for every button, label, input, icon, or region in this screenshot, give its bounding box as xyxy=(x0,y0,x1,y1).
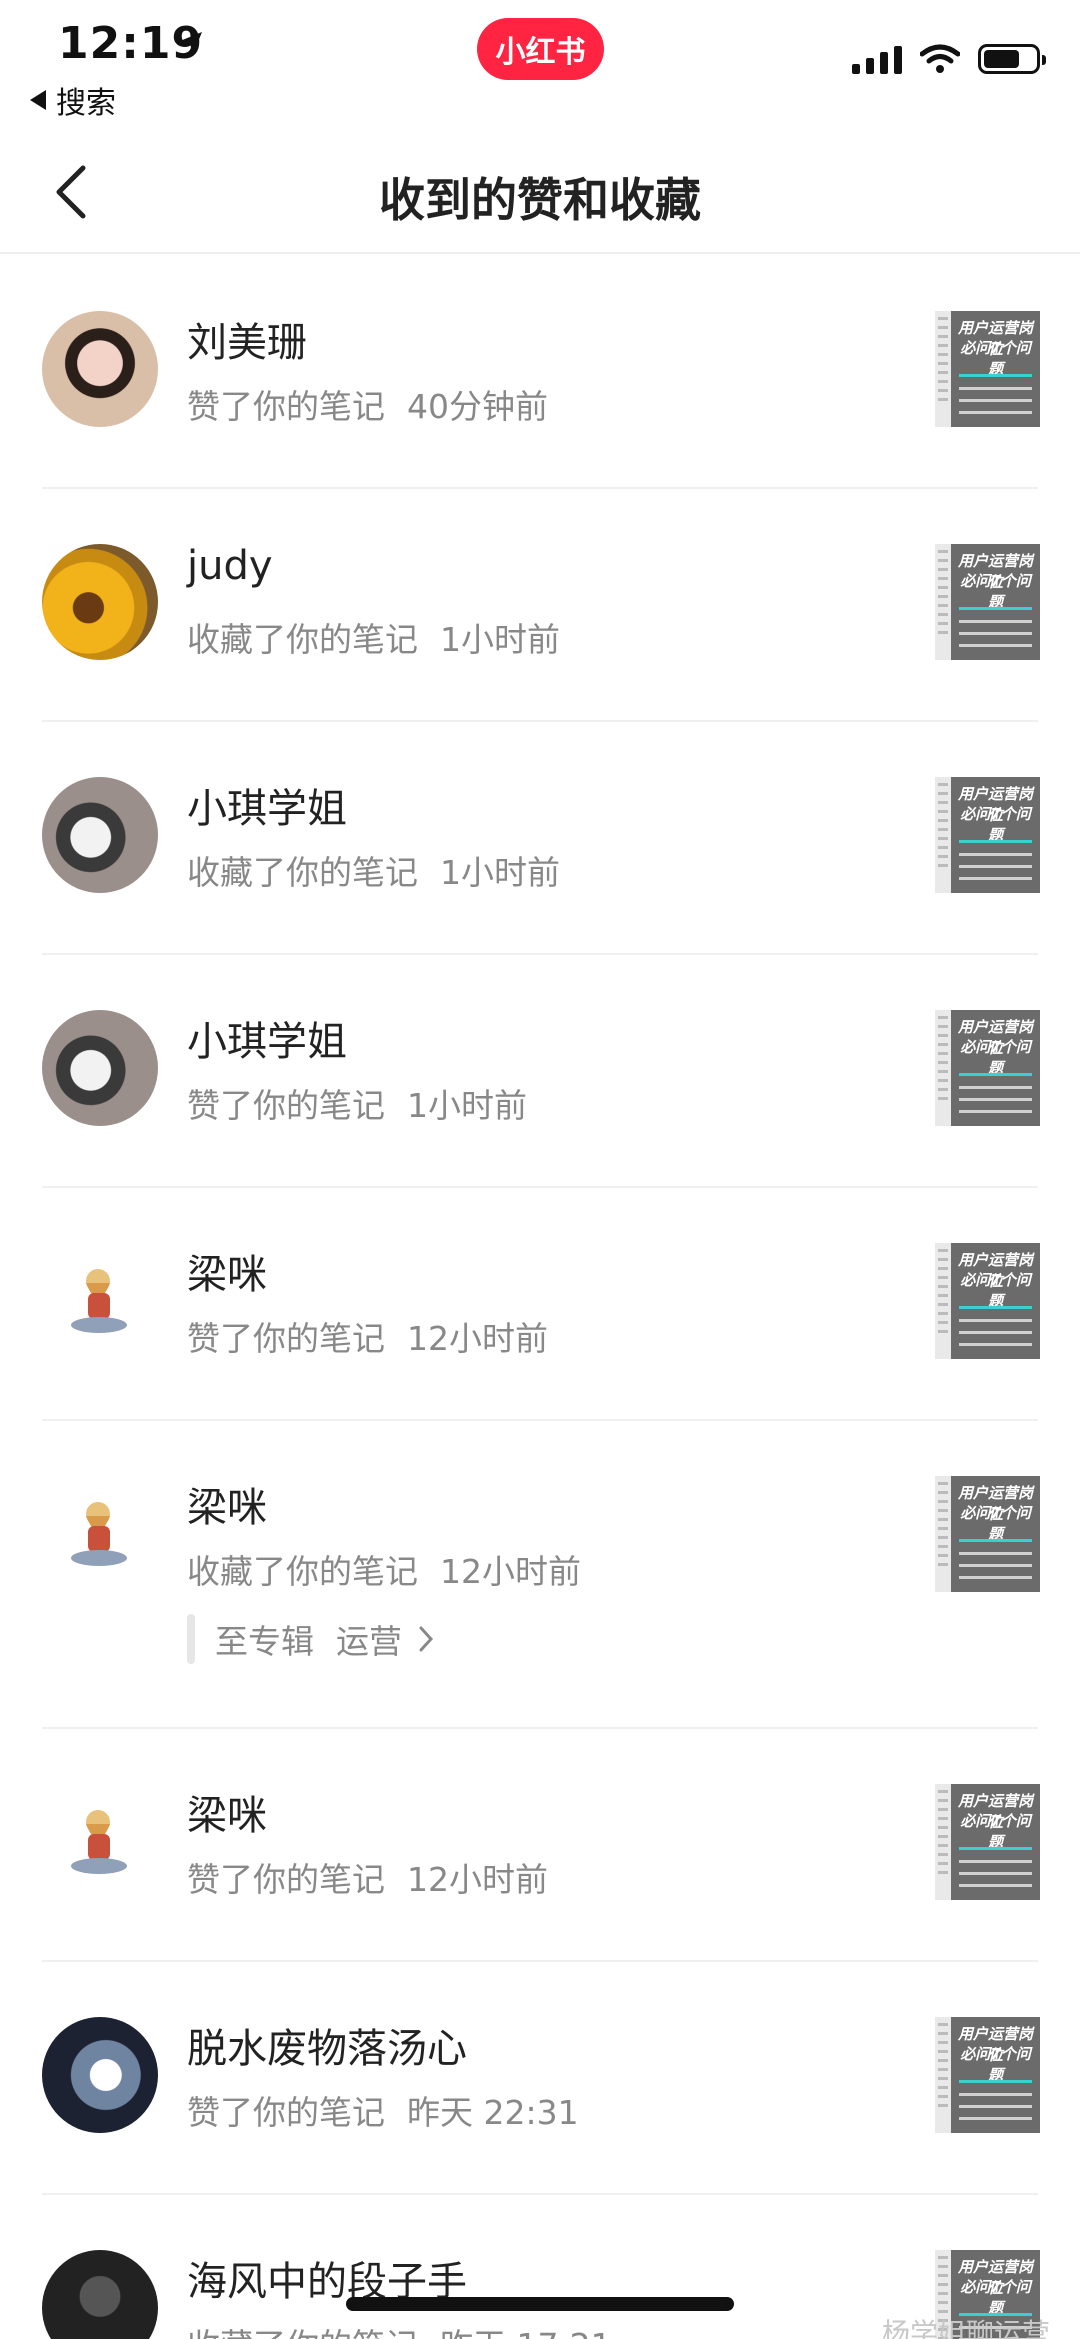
note-thumbnail[interactable]: 用户运营岗位 必问7个问题 xyxy=(935,311,1040,427)
activity-text: 收藏了你的笔记昨天 17:21 xyxy=(187,2319,612,2339)
status-bar: 12:19 搜索 小红书 xyxy=(0,0,1080,130)
note-thumbnail[interactable]: 用户运营岗位 必问7个问题 xyxy=(935,2017,1040,2133)
avatar[interactable] xyxy=(42,1243,158,1359)
list-item[interactable]: 梁咪 赞了你的笔记 12小时前 用户运营岗位 必问7个问题 xyxy=(0,1188,1080,1421)
activity-time: 昨天 17:21 xyxy=(440,2326,612,2339)
avatar[interactable] xyxy=(42,2017,158,2133)
note-thumbnail[interactable]: 用户运营岗位 必问7个问题 xyxy=(935,1476,1040,1592)
activity-text: 赞了你的笔记 12小时前 xyxy=(187,1319,548,1358)
activity-time: 12小时前 xyxy=(407,1860,548,1899)
signal-icon xyxy=(852,44,902,74)
activity-text: 收藏了你的笔记 12小时前 xyxy=(187,1552,581,1591)
activity-time: 40分钟前 xyxy=(407,387,548,426)
activity-text: 赞了你的笔记 昨天 22:31 xyxy=(187,2093,579,2132)
avatar[interactable] xyxy=(42,311,158,427)
user-name[interactable]: 梁咪 xyxy=(187,1475,267,1533)
album-label: 至专辑 xyxy=(215,1622,314,1661)
list-item[interactable]: 小琪学姐 收藏了你的笔记 1小时前 用户运营岗位 必问7个问题 xyxy=(0,722,1080,955)
activity-time: 1小时前 xyxy=(407,1086,527,1125)
user-name[interactable]: judy xyxy=(187,543,273,589)
note-thumbnail[interactable]: 用户运营岗位 必问7个问题 xyxy=(935,1243,1040,1359)
user-name[interactable]: 小琪学姐 xyxy=(187,1009,347,1067)
note-thumbnail[interactable]: 用户运营岗位 必问7个问题 xyxy=(935,544,1040,660)
activity-text: 赞了你的笔记 40分钟前 xyxy=(187,387,548,426)
activity-text: 收藏了你的笔记 1小时前 xyxy=(187,853,560,892)
user-name[interactable]: 梁咪 xyxy=(187,1242,267,1300)
avatar[interactable] xyxy=(42,1010,158,1126)
battery-icon xyxy=(978,44,1046,74)
user-name[interactable]: 刘美珊 xyxy=(187,310,307,368)
app-brand-badge: 小红书 xyxy=(477,18,604,80)
list-item[interactable]: 梁咪 收藏了你的笔记 12小时前 至专辑 运营 用户运营岗位 必问7个问题 xyxy=(0,1421,1080,1729)
note-thumbnail[interactable]: 用户运营岗位 必问7个问题 xyxy=(935,1784,1040,1900)
user-name[interactable]: 梁咪 xyxy=(187,1783,267,1841)
user-name[interactable]: 小琪学姐 xyxy=(187,776,347,834)
activity-time: 12小时前 xyxy=(407,1319,548,1358)
album-bar xyxy=(187,1614,195,1664)
activity-time: 12小时前 xyxy=(440,1552,581,1591)
list-item[interactable]: 梁咪 赞了你的笔记 12小时前 用户运营岗位 必问7个问题 xyxy=(0,1729,1080,1962)
activity-time: 昨天 22:31 xyxy=(407,2093,579,2132)
activity-text: 赞了你的笔记 12小时前 xyxy=(187,1860,548,1899)
avatar[interactable] xyxy=(42,1784,158,1900)
list-item[interactable]: 刘美珊 赞了你的笔记 40分钟前 用户运营岗位 必问7个问题 xyxy=(0,256,1080,489)
wifi-icon xyxy=(920,44,960,73)
system-icons xyxy=(852,44,1046,74)
back-to-app-button[interactable]: 搜索 xyxy=(30,78,116,122)
activity-text: 收藏了你的笔记 1小时前 xyxy=(187,620,560,659)
activity-time: 1小时前 xyxy=(440,853,560,892)
user-name[interactable]: 脱水废物落汤心 xyxy=(187,2016,467,2074)
avatar[interactable] xyxy=(42,2250,158,2339)
watermark: 杨学姐聊运营 xyxy=(881,2317,1050,2339)
location-arrow-icon xyxy=(180,32,202,54)
album-name: 运营 xyxy=(336,1622,402,1661)
avatar[interactable] xyxy=(42,1476,158,1592)
activity-time: 1小时前 xyxy=(440,620,560,659)
avatar[interactable] xyxy=(42,544,158,660)
back-triangle-icon xyxy=(30,90,46,110)
activity-text: 赞了你的笔记 1小时前 xyxy=(187,1086,527,1125)
home-indicator[interactable] xyxy=(346,2297,734,2311)
avatar[interactable] xyxy=(42,777,158,893)
note-thumbnail[interactable]: 用户运营岗位 必问7个问题 xyxy=(935,1010,1040,1126)
back-to-app-label: 搜索 xyxy=(56,86,116,121)
list-item[interactable]: judy 收藏了你的笔记 1小时前 用户运营岗位 必问7个问题 xyxy=(0,489,1080,722)
list-item[interactable]: 小琪学姐 赞了你的笔记 1小时前 用户运营岗位 必问7个问题 xyxy=(0,955,1080,1188)
page-title: 收到的赞和收藏 xyxy=(379,173,701,227)
notification-list: 刘美珊 赞了你的笔记 40分钟前 用户运营岗位 必问7个问题 judy 收藏了你的笔… xyxy=(0,256,1080,2339)
chevron-right-icon xyxy=(419,1626,434,1652)
note-thumbnail[interactable]: 用户运营岗位 必问7个问题 xyxy=(935,777,1040,893)
list-item[interactable]: 脱水废物落汤心 赞了你的笔记 昨天 22:31 用户运营岗位 必问7个问题 xyxy=(0,1962,1080,2195)
nav-bar: 收到的赞和收藏 xyxy=(0,130,1080,254)
album-link[interactable]: 至专辑 运营 xyxy=(187,1614,434,1664)
